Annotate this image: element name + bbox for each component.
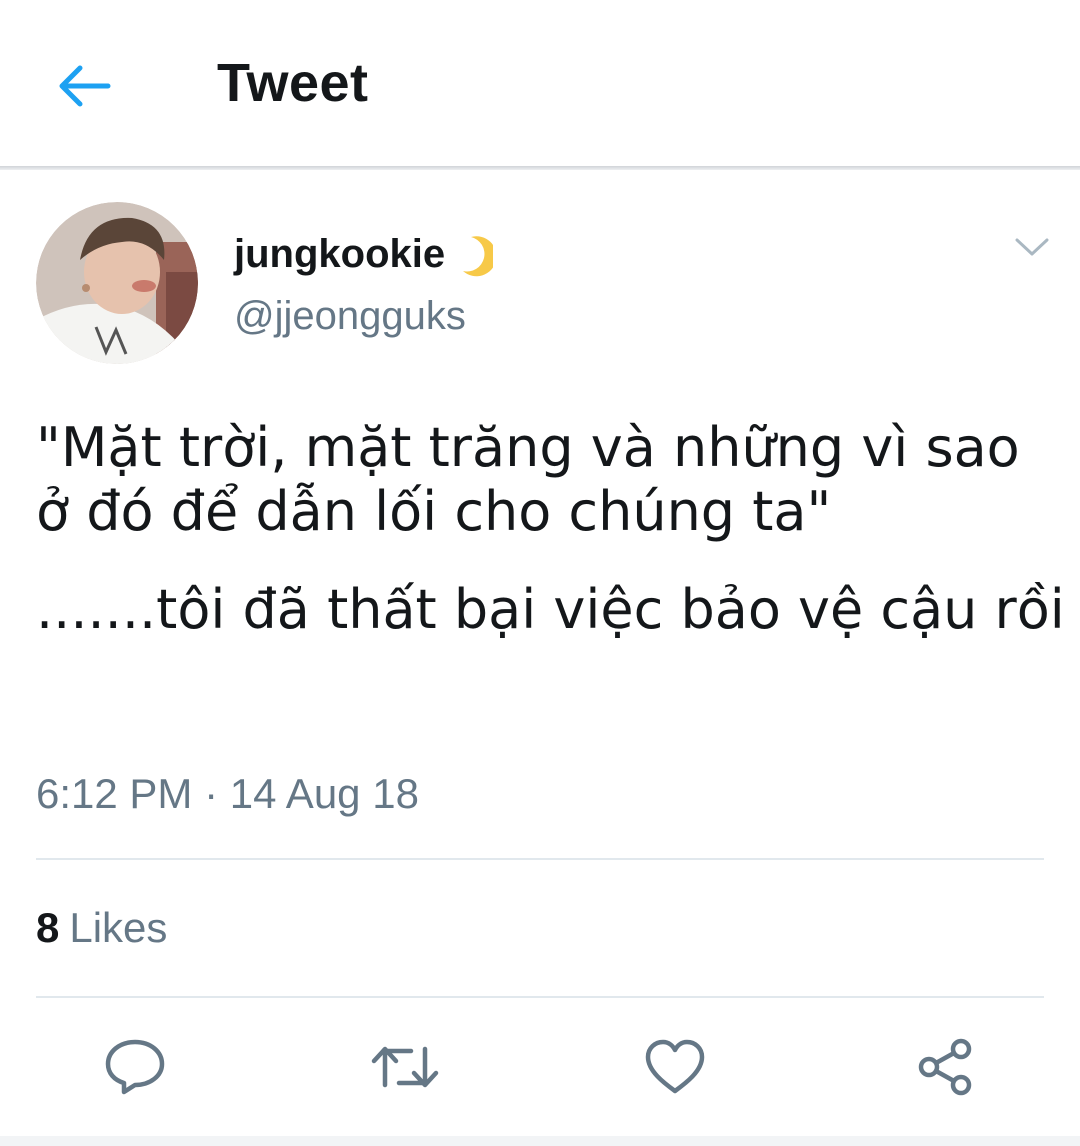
reply-button[interactable] <box>100 1032 170 1102</box>
tweet-paragraph: "Mặt trời, mặt trăng và những vì sao ở đ… <box>36 416 1020 543</box>
author-name-text: jungkookie <box>234 232 446 276</box>
divider <box>36 858 1044 860</box>
top-bar: Tweet <box>0 0 1080 170</box>
retweet-icon <box>371 1046 439 1088</box>
likes-label: Likes <box>69 904 168 951</box>
reply-icon <box>105 1039 165 1095</box>
header-divider <box>0 166 1080 170</box>
author-name[interactable]: jungkookie <box>234 232 494 277</box>
chevron-down-icon <box>1015 238 1049 256</box>
bottom-divider <box>0 1136 1080 1146</box>
tweet-text: "Mặt trời, mặt trăng và những vì sao ở đ… <box>36 416 1066 642</box>
arrow-left-icon <box>59 65 111 107</box>
author-handle[interactable]: @jjeongguks <box>234 294 466 339</box>
back-button[interactable] <box>52 56 116 116</box>
page-title: Tweet <box>217 53 369 113</box>
tweet-paragraph: .......tôi đã thất bại việc bảo vệ cậu r… <box>36 578 1065 641</box>
crescent-moon-icon <box>463 235 494 276</box>
share-button[interactable] <box>910 1032 980 1102</box>
heart-icon <box>645 1039 705 1094</box>
share-icon <box>918 1038 972 1096</box>
divider <box>36 996 1044 998</box>
like-button[interactable] <box>640 1032 710 1102</box>
avatar-photo <box>36 202 198 364</box>
likes-count: 8 <box>36 904 60 951</box>
tweet-timestamp[interactable]: 6:12 PM · 14 Aug 18 <box>36 770 419 818</box>
retweet-button[interactable] <box>370 1032 440 1102</box>
avatar[interactable] <box>36 202 198 364</box>
tweet-options-button[interactable] <box>1008 226 1056 268</box>
likes-row[interactable]: 8 Likes <box>36 904 167 952</box>
